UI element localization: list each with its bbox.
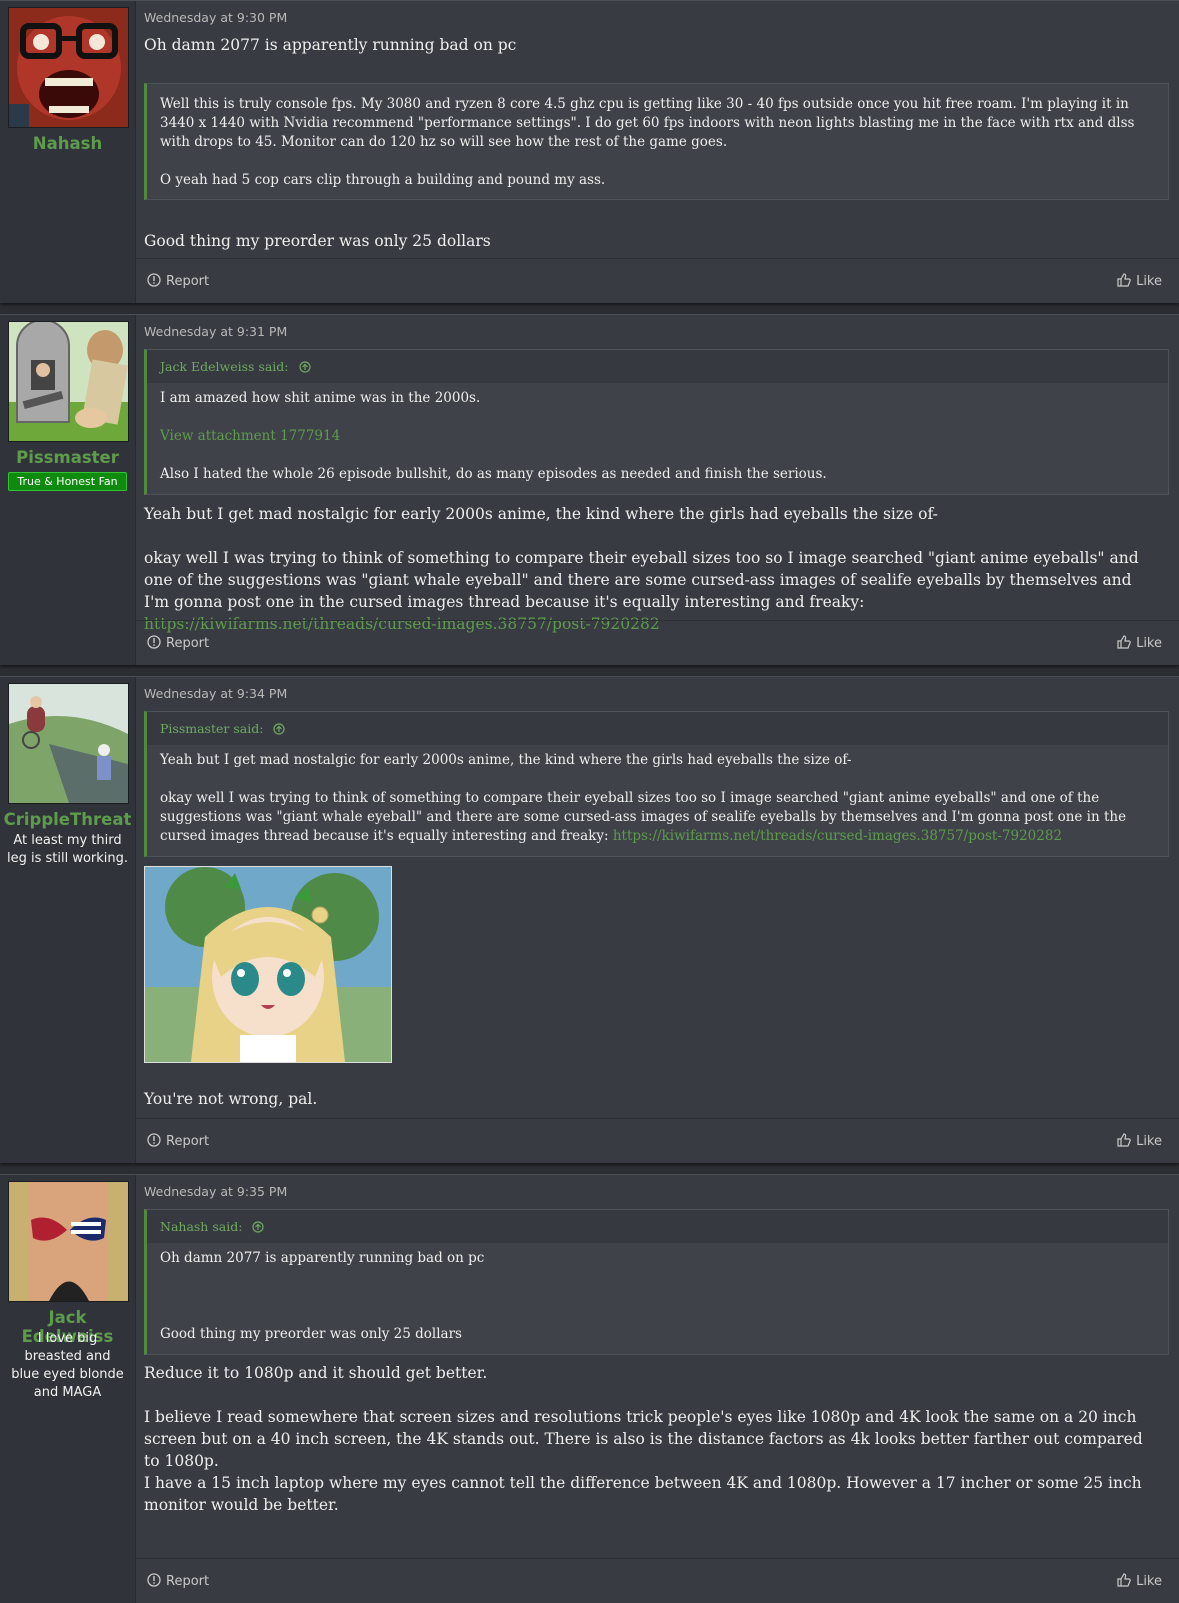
thumbs-up-icon (1117, 1573, 1131, 1587)
post-footer: Report Like (136, 1118, 1179, 1163)
info-icon (147, 1573, 161, 1587)
quote-paragraph: Yeah but I get mad nostalgic for early 2… (160, 752, 852, 768)
user-banner-badge: True & Honest Fan (8, 472, 127, 491)
avatar[interactable] (8, 683, 129, 804)
post-footer: Report Like (136, 1558, 1179, 1603)
jump-to-quote-icon[interactable] (252, 1221, 265, 1233)
jump-to-quote-icon[interactable] (273, 723, 285, 735)
like-button[interactable]: Like (1117, 273, 1162, 289)
post-text: Oh damn 2077 is apparently running bad o… (144, 36, 517, 54)
post-text: You're not wrong, pal. (144, 1090, 318, 1108)
username[interactable]: Nahash (0, 134, 135, 153)
quote-body: Yeah but I get mad nostalgic for early 2… (147, 745, 1168, 846)
like-label: Like (1136, 636, 1162, 651)
quote-header[interactable]: Nahash said: (147, 1210, 1168, 1243)
quote-paragraph: I am amazed how shit anime was in the 20… (160, 390, 481, 406)
post-paragraph: okay well I was trying to think of somet… (144, 549, 1139, 611)
quote-block: Nahash said: Oh damn 2077 is apparently … (144, 1209, 1169, 1355)
username[interactable]: Pissmaster (0, 448, 135, 467)
quote-header[interactable]: Jack Edelweiss said: (147, 350, 1168, 383)
like-button[interactable]: Like (1117, 635, 1162, 651)
user-column: Jack Edelweiss I love big breasted and b… (0, 1175, 136, 1603)
report-label: Report (166, 1134, 210, 1149)
thumbs-up-icon (1117, 1133, 1131, 1147)
post-date[interactable]: Wednesday at 9:30 PM (144, 10, 287, 25)
thread-link[interactable]: https://kiwifarms.net/threads/cursed-ima… (613, 828, 1062, 844)
quote-paragraph: okay well I was trying to think of somet… (160, 789, 1155, 846)
quote-block: Jack Edelweiss said: I am amazed how shi… (144, 349, 1169, 495)
post-footer: Report Like (136, 258, 1179, 303)
post-pissmaster: Pissmaster True & Honest Fan Wednesday a… (0, 314, 1179, 665)
report-button[interactable]: Report (147, 635, 209, 651)
report-label: Report (166, 274, 210, 289)
quote-author[interactable]: Nahash said: (160, 1219, 242, 1234)
thumbs-up-icon (1117, 273, 1131, 287)
post-date[interactable]: Wednesday at 9:34 PM (144, 686, 287, 701)
quote-header[interactable]: Pissmaster said: (147, 712, 1168, 745)
jump-to-quote-icon[interactable] (298, 361, 311, 373)
quote-body: Oh damn 2077 is apparently running bad o… (147, 1243, 1168, 1344)
quote-block: Pissmaster said: Yeah but I get mad nost… (144, 711, 1169, 857)
info-icon (147, 273, 161, 287)
quote-paragraph: Good thing my preorder was only 25 dolla… (160, 1326, 462, 1342)
post-text: I believe I read somewhere that screen s… (144, 1408, 1143, 1470)
avatar[interactable] (8, 7, 129, 128)
attachment-link[interactable]: View attachment 1777914 (160, 427, 1155, 446)
post-cripplethreat: CrippleThreat At least my third leg is s… (0, 676, 1179, 1163)
like-button[interactable]: Like (1117, 1133, 1162, 1149)
user-title: At least my third leg is still working. (6, 833, 129, 866)
post-footer: Report Like (136, 620, 1179, 665)
thumbs-up-icon (1117, 635, 1131, 649)
like-button[interactable]: Like (1117, 1573, 1162, 1589)
username[interactable]: CrippleThreat (0, 810, 135, 829)
user-column: Nahash (0, 1, 136, 303)
attached-image[interactable] (144, 866, 392, 1063)
post-text: Good thing my preorder was only 25 dolla… (144, 232, 491, 250)
post-text: I have a 15 inch laptop where my eyes ca… (144, 1474, 1142, 1514)
like-label: Like (1136, 1134, 1162, 1149)
user-column: CrippleThreat At least my third leg is s… (0, 677, 136, 1163)
post-text: Yeah but I get mad nostalgic for early 2… (144, 505, 938, 523)
user-title: I love big breasted and blue eyed blonde… (11, 1331, 124, 1400)
quote-paragraph: Oh damn 2077 is apparently running bad o… (160, 1250, 485, 1266)
report-button[interactable]: Report (147, 1573, 209, 1589)
report-label: Report (166, 1574, 210, 1589)
quote-paragraph: Also I hated the whole 26 episode bullsh… (160, 466, 827, 482)
quote-author[interactable]: Jack Edelweiss said: (160, 359, 289, 374)
post-date[interactable]: Wednesday at 9:31 PM (144, 324, 287, 339)
info-icon (147, 1133, 161, 1147)
quote-body: Well this is truly console fps. My 3080 … (147, 84, 1168, 190)
avatar[interactable] (8, 1181, 129, 1302)
report-button[interactable]: Report (147, 273, 209, 289)
report-label: Report (166, 636, 210, 651)
quote-paragraph: O yeah had 5 cop cars clip through a bui… (160, 172, 606, 188)
quote-paragraph: Well this is truly console fps. My 3080 … (160, 96, 1135, 150)
post-nahash: Nahash Wednesday at 9:30 PM Oh damn 2077… (0, 0, 1179, 303)
report-button[interactable]: Report (147, 1133, 209, 1149)
quote-author[interactable]: Pissmaster said: (160, 721, 263, 736)
quote-block: Well this is truly console fps. My 3080 … (144, 83, 1169, 200)
like-label: Like (1136, 1574, 1162, 1589)
avatar[interactable] (8, 321, 129, 442)
like-label: Like (1136, 274, 1162, 289)
user-column: Pissmaster True & Honest Fan (0, 315, 136, 665)
post-date[interactable]: Wednesday at 9:35 PM (144, 1184, 287, 1199)
post-text: Reduce it to 1080p and it should get bet… (144, 1364, 488, 1382)
quote-body: I am amazed how shit anime was in the 20… (147, 383, 1168, 484)
info-icon (147, 635, 161, 649)
post-jack-edelweiss: Jack Edelweiss I love big breasted and b… (0, 1174, 1179, 1603)
